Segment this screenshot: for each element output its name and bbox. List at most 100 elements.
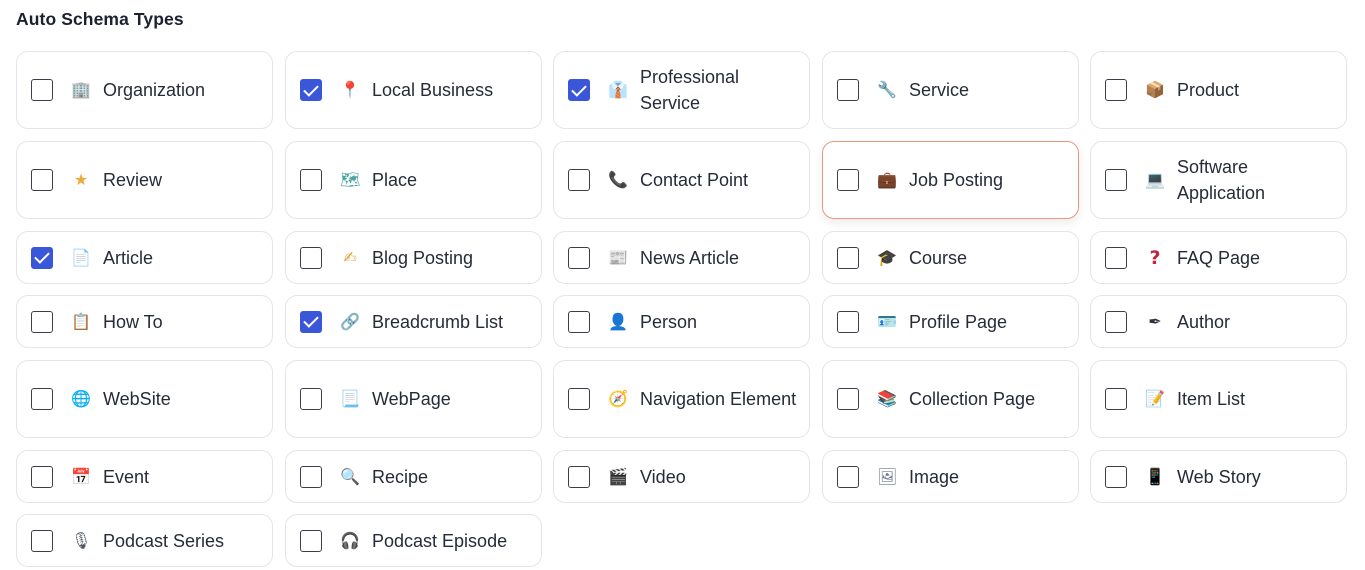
magnifier-icon: 🔍 bbox=[340, 466, 360, 486]
schema-option-news-article[interactable]: 📰 News Article bbox=[553, 231, 810, 284]
checkbox-organization[interactable] bbox=[31, 79, 53, 101]
option-label: News Article bbox=[640, 247, 740, 268]
checkbox-article[interactable] bbox=[31, 246, 53, 269]
schema-option-article[interactable]: 📄 Article bbox=[16, 231, 273, 284]
schema-option-blog-posting[interactable]: ✍ Blog Posting bbox=[285, 231, 542, 284]
checkbox-faq-page[interactable] bbox=[1105, 246, 1127, 269]
framed-picture-icon: 🖼 bbox=[877, 466, 898, 486]
schema-option-local-business[interactable]: 📍 Local Business bbox=[285, 51, 542, 129]
schema-option-course[interactable]: 🎓 Course bbox=[822, 231, 1079, 284]
checkbox-profile-page[interactable] bbox=[837, 310, 859, 333]
writing-hand-icon: ✍ bbox=[343, 247, 357, 267]
schema-option-image[interactable]: 🖼 Image bbox=[822, 450, 1079, 503]
schema-option-web-story[interactable]: 📱 Web Story bbox=[1090, 450, 1347, 503]
option-label: Item List bbox=[1177, 389, 1246, 409]
checkbox-service[interactable] bbox=[837, 79, 859, 101]
option-label: WebPage bbox=[372, 389, 451, 409]
checkbox-website[interactable] bbox=[31, 388, 53, 410]
schema-option-product[interactable]: 📦 Product bbox=[1090, 51, 1347, 129]
schema-option-service[interactable]: 🔧 Service bbox=[822, 51, 1079, 129]
option-label: Person bbox=[640, 311, 698, 332]
option-label: FAQ Page bbox=[1177, 247, 1261, 268]
option-label: Software Application bbox=[1177, 157, 1266, 203]
schema-option-review[interactable]: ★ Review bbox=[16, 141, 273, 219]
checkbox-contact-point[interactable] bbox=[568, 169, 590, 191]
schema-option-item-list[interactable]: 📝 Item List bbox=[1090, 360, 1347, 438]
option-label: Web Story bbox=[1177, 466, 1261, 487]
checkbox-collection-page[interactable] bbox=[837, 388, 859, 410]
checkbox-job-posting[interactable] bbox=[837, 169, 859, 191]
headphones-icon: 🎧 bbox=[340, 530, 360, 550]
checkbox-review[interactable] bbox=[31, 169, 53, 191]
option-label: Place bbox=[372, 170, 418, 190]
schema-option-profile-page[interactable]: 🪪 Profile Page bbox=[822, 295, 1079, 348]
checkbox-item-list[interactable] bbox=[1105, 388, 1127, 410]
schema-option-breadcrumb-list[interactable]: 🔗 Breadcrumb List bbox=[285, 295, 542, 348]
checkbox-breadcrumb-list[interactable] bbox=[300, 310, 322, 333]
clapperboard-icon: 🎬 bbox=[608, 466, 628, 486]
schema-option-podcast-episode[interactable]: 🎧 Podcast Episode bbox=[285, 514, 542, 567]
pen-icon: ✒ bbox=[1148, 311, 1162, 331]
option-label: Navigation Element bbox=[640, 389, 797, 409]
checkbox-web-story[interactable] bbox=[1105, 465, 1127, 488]
checkbox-blog-posting[interactable] bbox=[300, 246, 322, 269]
option-label: Organization bbox=[103, 80, 206, 100]
option-label: Review bbox=[103, 170, 163, 190]
office-building-icon: 🏢 bbox=[71, 80, 91, 99]
schema-option-faq-page[interactable]: ? FAQ Page bbox=[1090, 231, 1347, 284]
checkbox-person[interactable] bbox=[568, 310, 590, 333]
checkbox-software-application[interactable] bbox=[1105, 169, 1127, 191]
map-pin-icon: 📍 bbox=[340, 80, 360, 99]
option-label: Product bbox=[1177, 80, 1240, 100]
option-label: Podcast Series bbox=[103, 530, 225, 551]
checkbox-video[interactable] bbox=[568, 465, 590, 488]
checkbox-podcast-episode[interactable] bbox=[300, 529, 322, 552]
checkbox-course[interactable] bbox=[837, 246, 859, 269]
option-label: How To bbox=[103, 311, 163, 332]
checkbox-navigation-element[interactable] bbox=[568, 388, 590, 410]
schema-option-recipe[interactable]: 🔍 Recipe bbox=[285, 450, 542, 503]
schema-option-website[interactable]: 🌐 WebSite bbox=[16, 360, 273, 438]
option-label: Image bbox=[909, 466, 960, 487]
microphone-icon: 🎙 bbox=[71, 530, 92, 550]
checkbox-local-business[interactable] bbox=[300, 79, 322, 101]
schema-option-software-application[interactable]: 💻 Software Application bbox=[1090, 141, 1347, 219]
option-label: Author bbox=[1177, 311, 1231, 332]
schema-option-contact-point[interactable]: 📞 Contact Point bbox=[553, 141, 810, 219]
checkbox-event[interactable] bbox=[31, 465, 53, 488]
newspaper-icon: 📰 bbox=[608, 247, 628, 267]
schema-option-collection-page[interactable]: 📚 Collection Page bbox=[822, 360, 1079, 438]
schema-option-author[interactable]: ✒ Author bbox=[1090, 295, 1347, 348]
schema-option-organization[interactable]: 🏢 Organization bbox=[16, 51, 273, 129]
schema-option-event[interactable]: 📅 Event bbox=[16, 450, 273, 503]
schema-types-grid: 🏢 Organization 📍 Local Business 👔 Professiona… bbox=[0, 0, 1365, 570]
question-mark-icon: ? bbox=[1149, 246, 1161, 269]
schema-option-podcast-series[interactable]: 🎙 Podcast Series bbox=[16, 514, 273, 567]
checkbox-author[interactable] bbox=[1105, 310, 1127, 333]
laptop-icon: 💻 bbox=[1145, 170, 1165, 189]
checkbox-product[interactable] bbox=[1105, 79, 1127, 101]
checkbox-professional-service[interactable] bbox=[568, 79, 590, 101]
schema-option-video[interactable]: 🎬 Video bbox=[553, 450, 810, 503]
schema-option-how-to[interactable]: 📋 How To bbox=[16, 295, 273, 348]
schema-option-person[interactable]: 👤 Person bbox=[553, 295, 810, 348]
option-label: Course bbox=[909, 247, 968, 268]
schema-option-place[interactable]: 🗺 Place bbox=[285, 141, 542, 219]
memo-icon: 📝 bbox=[1145, 389, 1165, 408]
checkbox-recipe[interactable] bbox=[300, 465, 322, 488]
checkbox-how-to[interactable] bbox=[31, 310, 53, 333]
option-label: Article bbox=[103, 247, 154, 268]
checkbox-place[interactable] bbox=[300, 169, 322, 191]
checkbox-webpage[interactable] bbox=[300, 388, 322, 410]
checkbox-podcast-series[interactable] bbox=[31, 529, 53, 552]
checkbox-image[interactable] bbox=[837, 465, 859, 488]
star-icon: ★ bbox=[73, 170, 89, 189]
schema-option-webpage[interactable]: 📃 WebPage bbox=[285, 360, 542, 438]
option-label: Profile Page bbox=[909, 311, 1008, 332]
id-card-icon: 🪪 bbox=[877, 311, 897, 331]
mobile-phone-icon: 📱 bbox=[1145, 466, 1165, 486]
schema-option-navigation-element[interactable]: 🧭 Navigation Element bbox=[553, 360, 810, 438]
checkbox-news-article[interactable] bbox=[568, 246, 590, 269]
schema-option-professional-service[interactable]: 👔 Professional Service bbox=[553, 51, 810, 129]
schema-option-job-posting[interactable]: 💼 Job Posting bbox=[822, 141, 1079, 219]
